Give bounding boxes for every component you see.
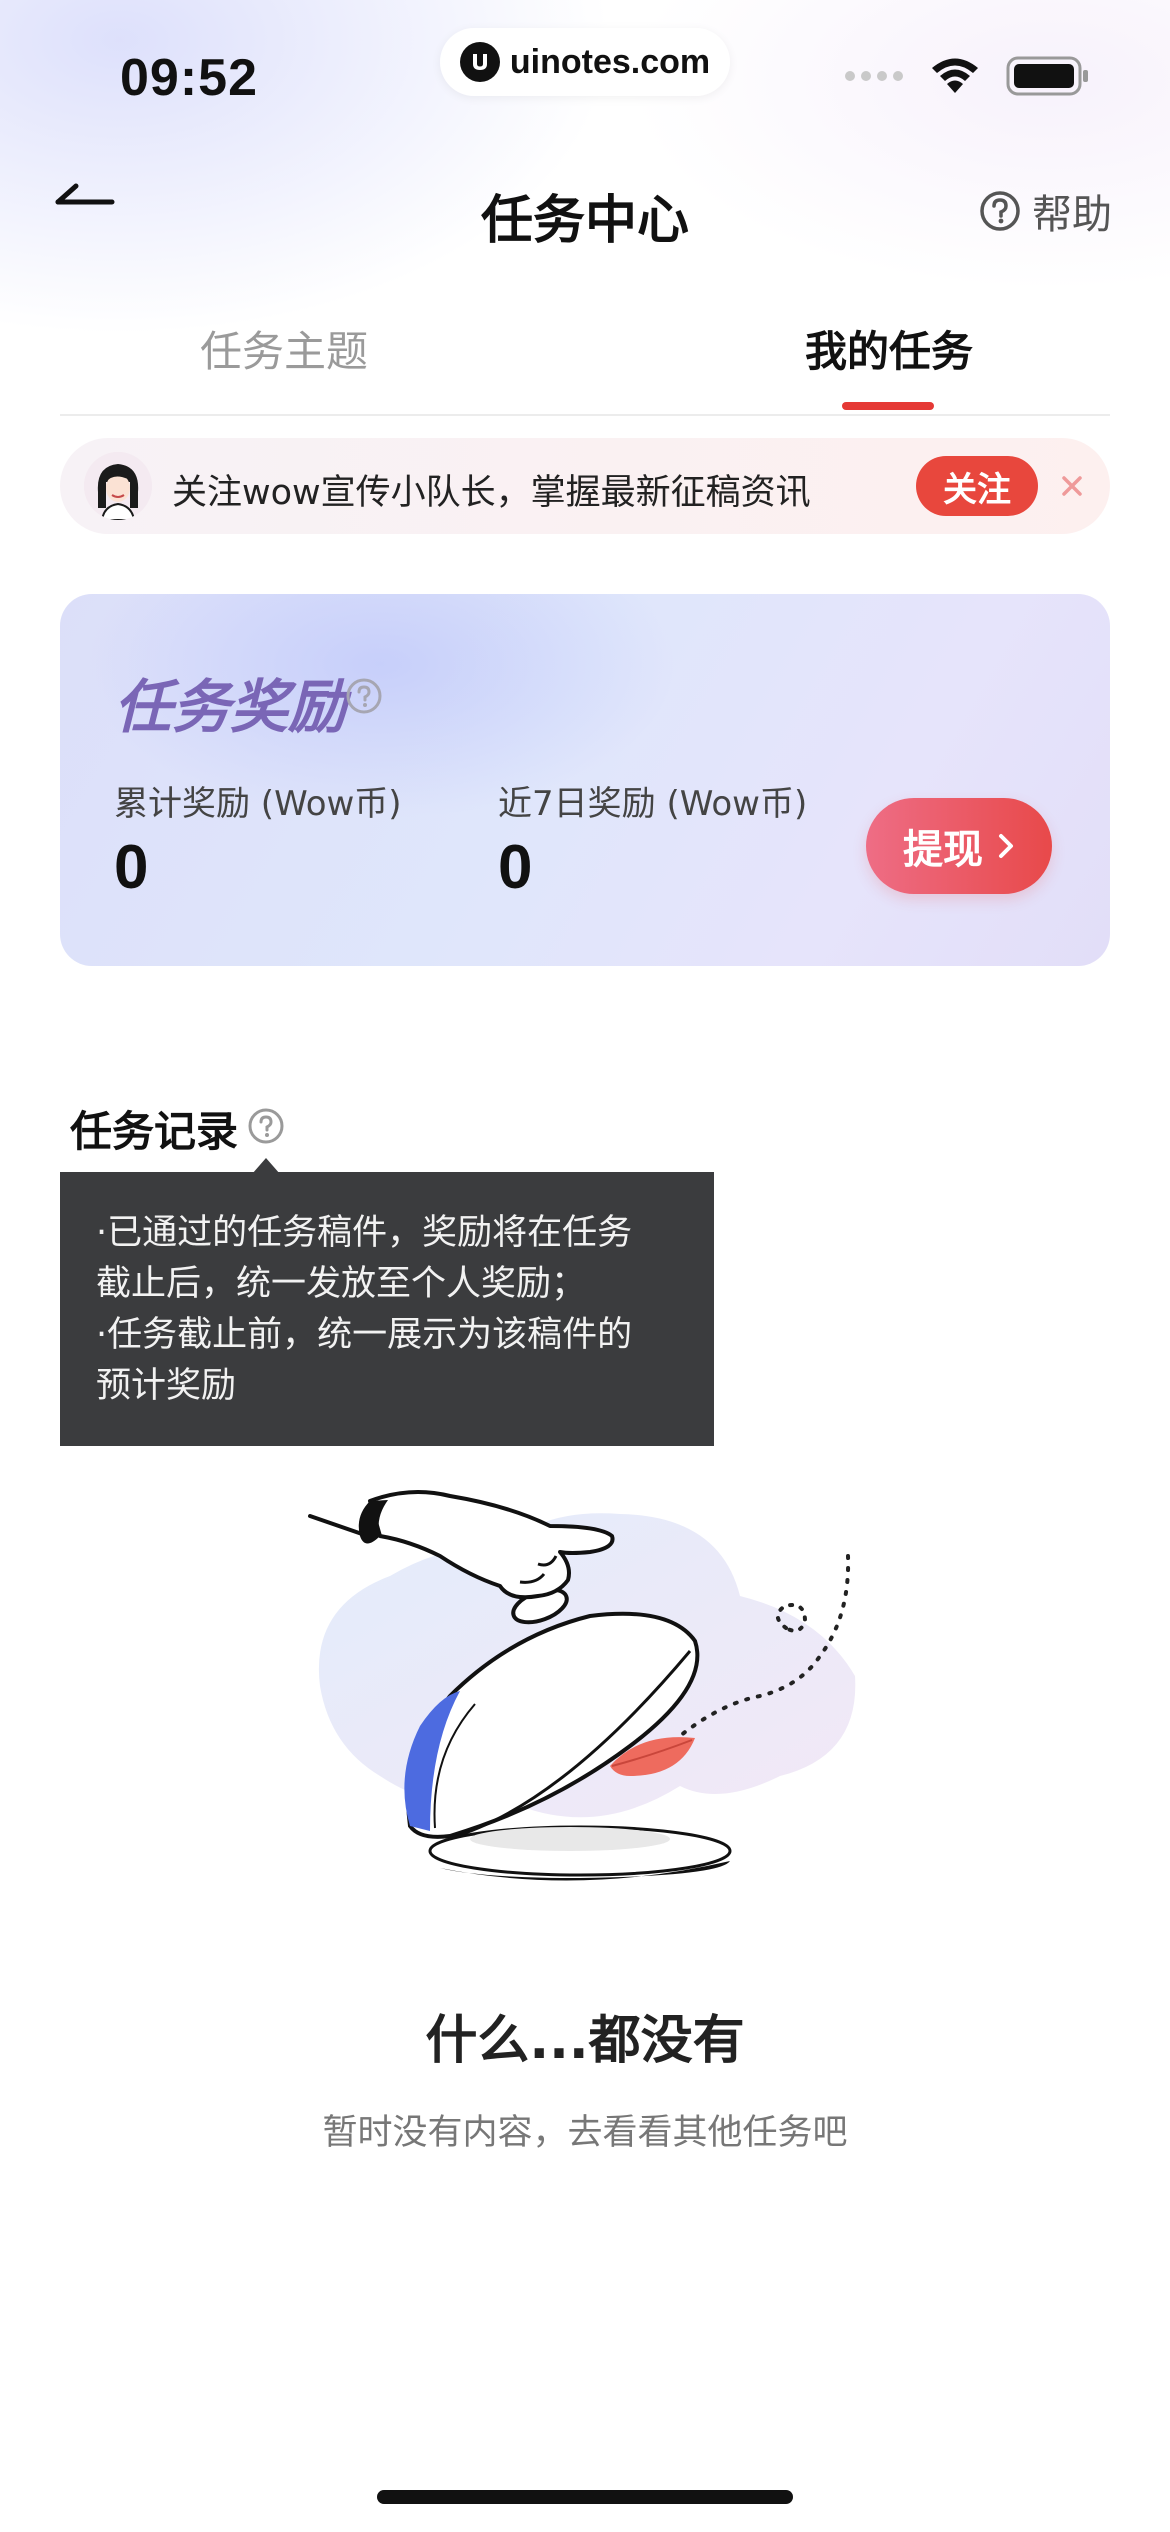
- close-icon: [1062, 476, 1082, 496]
- reward-title: 任务奖励: [114, 673, 347, 741]
- avatar: [84, 452, 152, 520]
- question-icon: [248, 1108, 284, 1144]
- follow-button[interactable]: 关注: [916, 456, 1038, 516]
- question-icon: [346, 678, 382, 714]
- total-reward-label: 累计奖励 (Wow币): [114, 784, 402, 824]
- help-circle-icon: [980, 191, 1020, 231]
- status-icons: [844, 56, 1090, 96]
- tooltip-line: ·已通过的任务稿件，奖励将在任务: [96, 1213, 633, 1253]
- status-time: 09:52: [120, 49, 258, 107]
- reward-help-button[interactable]: [344, 676, 384, 720]
- withdraw-button[interactable]: 提现: [866, 798, 1052, 894]
- recent-reward-label: 近7日奖励 (Wow币): [498, 784, 808, 824]
- watermark-badge: uinotes.com: [440, 28, 730, 96]
- records-help-button[interactable]: [246, 1106, 286, 1150]
- tooltip-line: 预计奖励: [96, 1366, 237, 1406]
- signal-icon: [845, 71, 903, 81]
- records-tooltip: ·已通过的任务稿件，奖励将在任务 截止后，统一发放至个人奖励； ·任务截止前，统…: [60, 1172, 714, 1446]
- records-title: 任务记录: [70, 1107, 239, 1156]
- recent-reward-value: 0: [498, 833, 533, 902]
- tab-task-theme[interactable]: 任务主题: [200, 318, 368, 379]
- chevron-right-icon: [999, 834, 1013, 858]
- tab-my-tasks[interactable]: 我的任务: [805, 318, 973, 379]
- empty-state-subtitle: 暂时没有内容，去看看其他任务吧: [322, 2113, 848, 2153]
- wifi-icon: [932, 58, 978, 93]
- withdraw-label: 提现: [903, 827, 983, 873]
- tooltip-line: 截止后，统一发放至个人奖励；: [96, 1264, 587, 1304]
- help-label: 帮助: [1032, 192, 1112, 238]
- empty-illustration: [300, 1456, 870, 1896]
- active-tab-indicator: [842, 402, 934, 410]
- battery-icon: [1006, 56, 1088, 96]
- watermark-text: uinotes.com: [509, 42, 711, 81]
- empty-state-title: 什么...都没有: [425, 2011, 745, 2071]
- help-button[interactable]: 帮助: [978, 182, 1112, 240]
- home-indicator: [377, 2490, 793, 2504]
- total-reward-value: 0: [114, 833, 149, 902]
- reward-card: 任务奖励 累计奖励 (Wow币) 0 近7日奖励 (Wow币) 0 提现: [60, 594, 1110, 966]
- tooltip-line: ·任务截止前，统一展示为该稿件的: [96, 1315, 633, 1355]
- tab-bar: 任务主题 我的任务: [60, 310, 1110, 416]
- banner-close-button[interactable]: [1050, 464, 1094, 508]
- banner-text: 关注wow宣传小队长，掌握最新征稿资讯: [172, 473, 811, 513]
- follow-banner[interactable]: 关注wow宣传小队长，掌握最新征稿资讯 关注: [60, 438, 1110, 534]
- watermark-logo-icon: [459, 42, 500, 82]
